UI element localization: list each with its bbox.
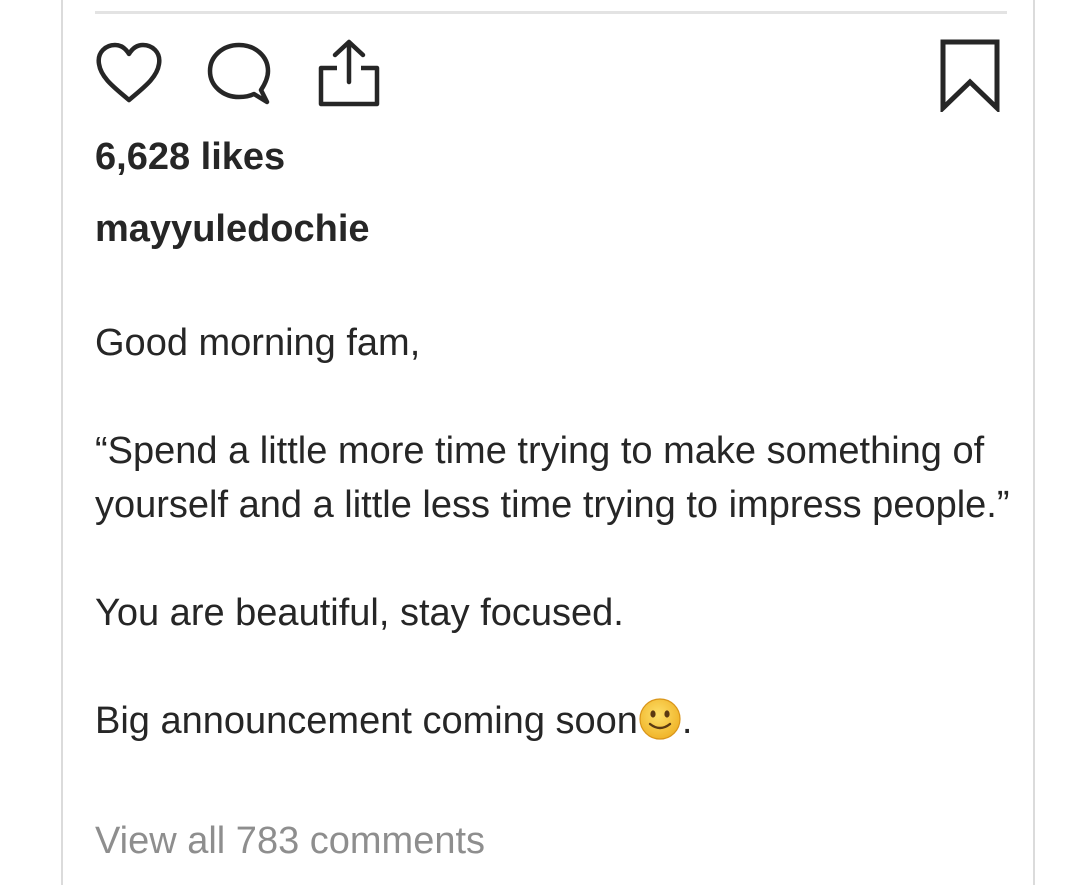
caption-greeting: Good morning fam,	[95, 322, 421, 364]
post-caption: Good morning fam, “Spend a little more t…	[95, 316, 1015, 748]
comment-bubble-icon[interactable]	[203, 38, 275, 110]
post-actions-bar	[93, 38, 1001, 112]
caption-announcement-text: Big announcement coming soon	[95, 700, 638, 742]
view-all-comments-link[interactable]: View all 783 comments	[95, 820, 485, 863]
caption-line: You are beautiful, stay focused.	[95, 592, 624, 634]
post-username[interactable]: mayyuledochie	[95, 208, 370, 251]
caption-quote: “Spend a little more time trying to make…	[95, 430, 1010, 526]
bookmark-icon[interactable]	[939, 38, 1001, 112]
caption-announcement-suffix: .	[681, 700, 693, 742]
likes-count[interactable]: 6,628 likes	[95, 136, 285, 179]
heart-icon[interactable]	[93, 38, 165, 110]
share-icon[interactable]	[313, 38, 385, 110]
caption-announcement: Big announcement coming soon .	[95, 694, 1015, 748]
slightly-smiling-face-emoji-icon	[638, 697, 682, 741]
divider	[95, 11, 1007, 14]
post-card: 6,628 likes mayyuledochie Good morning f…	[61, 0, 1035, 885]
